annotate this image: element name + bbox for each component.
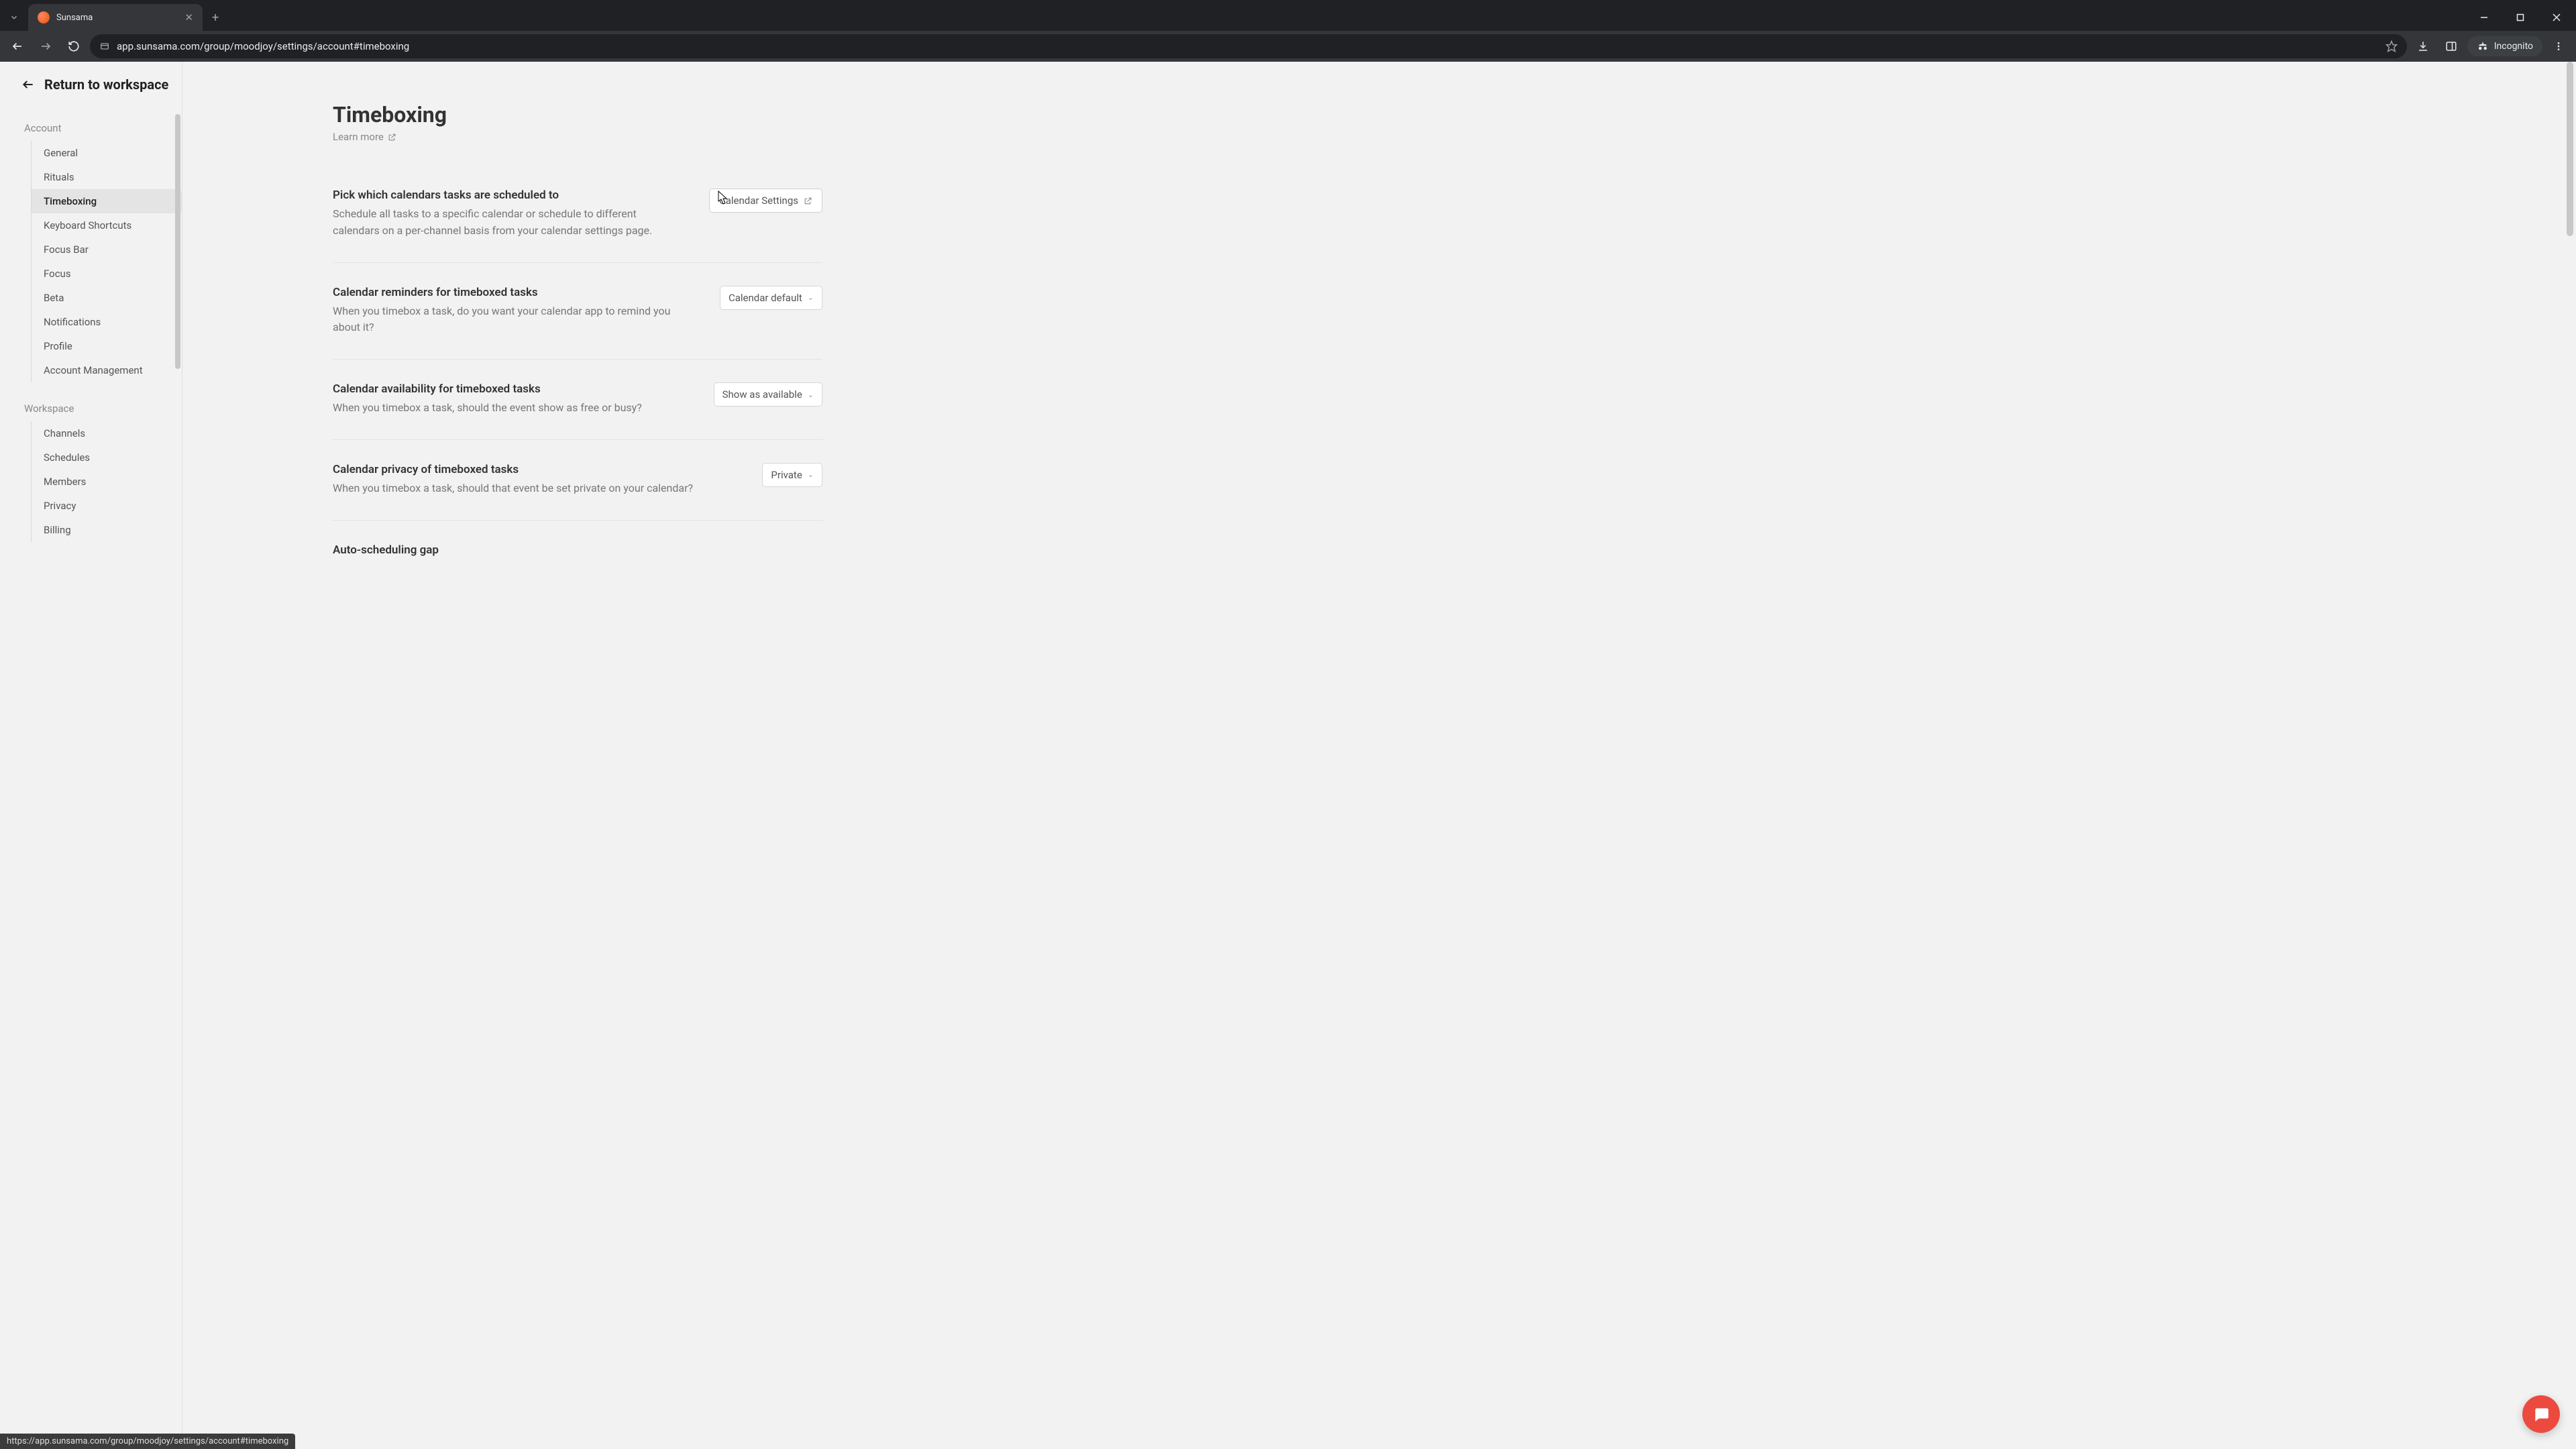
nav-item-profile[interactable]: Profile xyxy=(32,334,182,358)
tab-close-icon[interactable]: ✕ xyxy=(184,11,193,23)
tab-search-button[interactable] xyxy=(0,4,28,31)
return-to-workspace[interactable]: Return to workspace xyxy=(0,62,2576,107)
main-content: Timeboxing Learn more Pick which calenda… xyxy=(182,62,2576,1449)
minimize-button[interactable] xyxy=(2469,6,2500,29)
bookmark-icon[interactable] xyxy=(2385,40,2398,52)
browser-toolbar: app.sunsama.com/group/moodjoy/settings/a… xyxy=(0,31,2576,62)
incognito-badge[interactable]: Incognito xyxy=(2467,36,2542,56)
nav-item-notifications[interactable]: Notifications xyxy=(32,310,182,334)
arrow-left-icon xyxy=(21,78,35,91)
setting-title: Pick which calendars tasks are scheduled… xyxy=(333,189,682,202)
setting-title: Auto-scheduling gap xyxy=(333,543,822,557)
nav-group-title-workspace: Workspace xyxy=(0,394,182,421)
setting-reminders: Calendar reminders for timeboxed tasks W… xyxy=(333,263,822,360)
setting-privacy: Calendar privacy of timeboxed tasks When… xyxy=(333,440,822,521)
chevron-down-icon: ⌄ xyxy=(808,390,814,399)
setting-desc: When you timebox a task, should that eve… xyxy=(333,480,735,497)
setting-desc: When you timebox a task, do you want you… xyxy=(333,303,693,337)
learn-more-link[interactable]: Learn more xyxy=(333,131,396,143)
incognito-icon xyxy=(2477,40,2489,52)
tab-bar: Sunsama ✕ + xyxy=(0,0,2576,31)
chat-icon xyxy=(2532,1405,2550,1423)
nav-item-keyboard-shortcuts[interactable]: Keyboard Shortcuts xyxy=(32,213,182,237)
site-info-icon[interactable] xyxy=(99,41,110,52)
nav-item-timeboxing[interactable]: Timeboxing xyxy=(32,189,182,213)
settings-sidebar: Account General Rituals Timeboxing Keybo… xyxy=(0,62,182,1449)
nav-item-channels[interactable]: Channels xyxy=(32,421,182,445)
window-controls xyxy=(2469,6,2576,29)
setting-auto-scheduling-gap: Auto-scheduling gap xyxy=(333,521,822,561)
sidebar-scrollbar[interactable] xyxy=(175,114,180,369)
downloads-icon[interactable] xyxy=(2411,34,2435,58)
address-bar[interactable]: app.sunsama.com/group/moodjoy/settings/a… xyxy=(90,34,2407,58)
status-bar: https://app.sunsama.com/group/moodjoy/se… xyxy=(0,1434,295,1449)
nav-item-schedules[interactable]: Schedules xyxy=(32,445,182,470)
calendar-settings-button[interactable]: Calendar Settings xyxy=(709,189,822,213)
url-text: app.sunsama.com/group/moodjoy/settings/a… xyxy=(117,40,2379,52)
nav-item-billing[interactable]: Billing xyxy=(32,518,182,542)
tab-title: Sunsama xyxy=(56,13,178,23)
chat-fab[interactable] xyxy=(2522,1395,2560,1433)
nav-item-members[interactable]: Members xyxy=(32,470,182,494)
forward-button[interactable] xyxy=(34,34,58,58)
setting-title: Calendar availability for timeboxed task… xyxy=(333,382,687,396)
browser-chrome: Sunsama ✕ + app.sunsama.com/group/moodjo… xyxy=(0,0,2576,62)
browser-tab[interactable]: Sunsama ✕ xyxy=(28,4,203,31)
privacy-dropdown[interactable]: Private ⌄ xyxy=(762,463,822,487)
availability-dropdown[interactable]: Show as available ⌄ xyxy=(714,382,822,407)
nav-item-privacy[interactable]: Privacy xyxy=(32,494,182,518)
return-label: Return to workspace xyxy=(44,76,168,93)
reload-button[interactable] xyxy=(62,34,86,58)
nav-item-rituals[interactable]: Rituals xyxy=(32,165,182,189)
setting-availability: Calendar availability for timeboxed task… xyxy=(333,360,822,440)
setting-desc: When you timebox a task, should the even… xyxy=(333,400,687,417)
maximize-button[interactable] xyxy=(2505,6,2536,29)
close-window-button[interactable] xyxy=(2541,6,2572,29)
nav-item-focus-bar[interactable]: Focus Bar xyxy=(32,237,182,262)
setting-title: Calendar privacy of timeboxed tasks xyxy=(333,463,735,476)
back-button[interactable] xyxy=(5,34,30,58)
external-link-icon xyxy=(388,133,396,142)
setting-desc: Schedule all tasks to a specific calenda… xyxy=(333,206,682,239)
tab-favicon xyxy=(38,11,50,23)
setting-calendars: Pick which calendars tasks are scheduled… xyxy=(333,166,822,263)
chevron-down-icon: ⌄ xyxy=(808,470,814,479)
nav-item-account-management[interactable]: Account Management xyxy=(32,358,182,382)
new-tab-button[interactable]: + xyxy=(203,11,228,25)
app-viewport: Return to workspace Account General Ritu… xyxy=(0,62,2576,1449)
nav-item-general[interactable]: General xyxy=(32,141,182,165)
side-panel-icon[interactable] xyxy=(2439,34,2463,58)
chevron-down-icon: ⌄ xyxy=(808,293,814,302)
reminders-dropdown[interactable]: Calendar default ⌄ xyxy=(720,286,822,310)
setting-title: Calendar reminders for timeboxed tasks xyxy=(333,286,693,299)
nav-group-workspace: Channels Schedules Members Privacy Billi… xyxy=(31,421,182,542)
external-link-icon xyxy=(804,197,812,205)
nav-group-account: General Rituals Timeboxing Keyboard Shor… xyxy=(31,141,182,382)
nav-item-beta[interactable]: Beta xyxy=(32,286,182,310)
nav-item-focus[interactable]: Focus xyxy=(32,262,182,286)
nav-group-title-account: Account xyxy=(0,114,182,141)
main-scroll-track xyxy=(2565,62,2575,1449)
browser-menu-icon[interactable] xyxy=(2546,34,2571,58)
